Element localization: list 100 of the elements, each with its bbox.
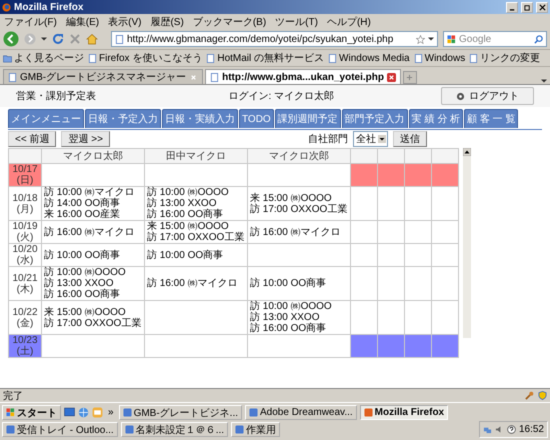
search-engine-icon[interactable] [447,34,456,44]
star-icon[interactable] [416,34,425,44]
app-icon [364,408,373,417]
browser-tab[interactable]: GMB-グレートビジネスマネージャー [3,69,204,84]
address-field[interactable]: http://www.gbmanager.com/demo/yotei/pc/syukan_yotei.php [111,31,438,47]
maximize-icon [524,4,530,10]
nav-tab[interactable]: 実 績 分 析 [408,109,464,128]
app-icon [6,425,15,434]
restore-button[interactable] [521,2,533,12]
close-button[interactable] [536,2,548,12]
bookmark-item[interactable]: リンクの変更 [469,51,540,65]
minimize-button[interactable] [506,2,518,12]
menu-item[interactable]: ツール(T) [275,14,318,28]
nav-tab[interactable]: 日報・予定入力 [85,109,161,128]
schedule-entry[interactable]: 来 16:00 OO産業 [44,209,142,220]
help-icon[interactable] [506,425,516,434]
schedule-entry[interactable]: 来 15:00 ㈱OOOO [147,221,245,232]
status-text: 完了 [3,390,23,402]
page-icon [88,54,97,62]
schedule-entry[interactable]: 訪 17:00 OXXOO工業 [147,232,245,243]
taskbar-button[interactable]: 作業用 [231,422,280,437]
schedule-entry[interactable]: 訪 13:00 XXOO [250,312,348,323]
caret-icon[interactable] [428,36,434,42]
schedule-entry[interactable]: 訪 10:00 ㈱マイクロ [44,187,142,198]
page-icon [414,54,423,62]
nav-tab[interactable]: 課別週間予定 [274,109,341,128]
schedule-entry[interactable]: 訪 13:00 XXOO [44,278,142,289]
home-icon[interactable] [86,33,98,45]
schedule-entry[interactable]: 訪 16:00 OO商事 [44,289,142,300]
date-cell: 10/19 (火) [8,220,42,244]
scrollbar[interactable] [463,148,471,338]
bookmark-item[interactable]: Windows [414,51,466,65]
submit-button[interactable]: 送信 [393,131,427,147]
bookmark-item[interactable]: よく見るページ [3,51,84,65]
page-icon [206,54,216,62]
schedule-entry[interactable]: 訪 10:00 ㈱OOOO [147,187,245,198]
menu-item[interactable]: 編集(E) [66,14,100,28]
menu-item[interactable]: ヘルプ(H) [326,14,371,28]
column-header: マイクロ次郎 [248,148,350,164]
previous-week-button[interactable]: << 前週 [8,131,56,147]
shield-icon[interactable] [538,391,547,400]
start-button[interactable]: スタート [2,405,61,420]
schedule-entry[interactable]: 訪 10:00 ㈱OOOO [250,301,348,312]
next-week-button[interactable]: 翌週 >> [61,131,110,147]
desktop-icon[interactable] [64,407,75,418]
search-field[interactable]: Google [459,34,531,44]
schedule-entry[interactable]: 訪 17:00 OXXOO工業 [44,318,142,328]
caret-icon[interactable] [41,36,47,42]
page-icon [328,54,338,62]
folder-icon [3,54,12,62]
menu-item[interactable]: ブックマーク(B) [192,14,266,28]
taskbar-button[interactable]: 受信トレイ - Outloo... [2,422,118,437]
nav-tab[interactable]: 顧 客 一 覧 [464,109,518,128]
date-cell: 10/17 (日) [8,164,42,186]
tool-icon[interactable] [525,391,534,400]
schedule-entry[interactable]: 来 15:00 ㈱OOOO [250,192,348,204]
menu-item[interactable]: 表示(V) [108,14,142,28]
browser-tab[interactable]: http://www.gbma...ukan_yotei.php [205,69,401,84]
schedule-entry[interactable]: 訪 10:00 ㈱OOOO [44,267,142,278]
schedule-entry[interactable]: 来 15:00 ㈱OOOO [44,306,142,318]
close-icon[interactable] [386,72,396,82]
taskbar-button[interactable]: GMB-グレートビジネ... [118,405,242,420]
search-box[interactable]: Google [443,31,547,47]
taskbar-button[interactable]: 名刺未設定１＠６... [120,422,228,437]
department-select[interactable]: 全社 [353,131,388,147]
browser-logo-icon [2,2,11,12]
network-icon[interactable] [482,425,492,434]
column-header: 田中マイクロ [144,148,248,164]
nav-tab[interactable]: TODO [239,109,274,128]
taskbar-button[interactable]: Mozilla Firefox [360,405,448,420]
nav-tab[interactable]: 日報・実績入力 [162,109,238,128]
window-title: Mozilla Firefox [14,2,84,12]
schedule-entry[interactable]: 訪 16:00 OO商事 [147,209,245,220]
bookmark-item[interactable]: Windows Media [328,51,410,65]
logout-button[interactable]: ログアウト [441,87,534,105]
overflow-chevron[interactable]: » [106,407,116,418]
bookmark-item[interactable]: Firefox を使いこなそう [88,51,202,65]
schedule-entry[interactable]: 訪 16:00 OO商事 [250,323,348,334]
back-button[interactable] [3,31,19,47]
date-cell: 10/21 (木) [8,266,42,300]
mail-icon[interactable] [92,407,103,418]
close-icon [538,4,546,10]
schedule-entry[interactable]: 訪 17:00 OXXOO工業 [250,204,348,214]
nav-tab[interactable]: 部門予定入力 [342,109,408,128]
search-icon[interactable] [534,34,543,44]
date-cell: 10/23 (土) [8,334,42,358]
schedule-entry[interactable]: 訪 13:00 XXOO [147,198,245,209]
scroll-up-icon[interactable] [463,148,471,156]
column-header: マイクロ太郎 [42,148,144,164]
page-icon [8,72,17,82]
reload-icon[interactable] [52,33,64,45]
gear-icon [456,92,465,100]
date-cell: 10/20 (水) [8,244,42,266]
new-tab-button[interactable] [402,71,417,84]
taskbar-button[interactable]: Adobe Dreamweav... [245,405,357,420]
nav-tab[interactable]: メインメニュー [8,109,84,128]
schedule-entry[interactable]: 訪 14:00 OO商事 [44,198,142,209]
bookmark-item[interactable]: HotMail の無料サービス [206,51,324,65]
menu-item[interactable]: ファイル(F) [4,14,57,28]
menu-item[interactable]: 履歴(S) [150,14,184,28]
